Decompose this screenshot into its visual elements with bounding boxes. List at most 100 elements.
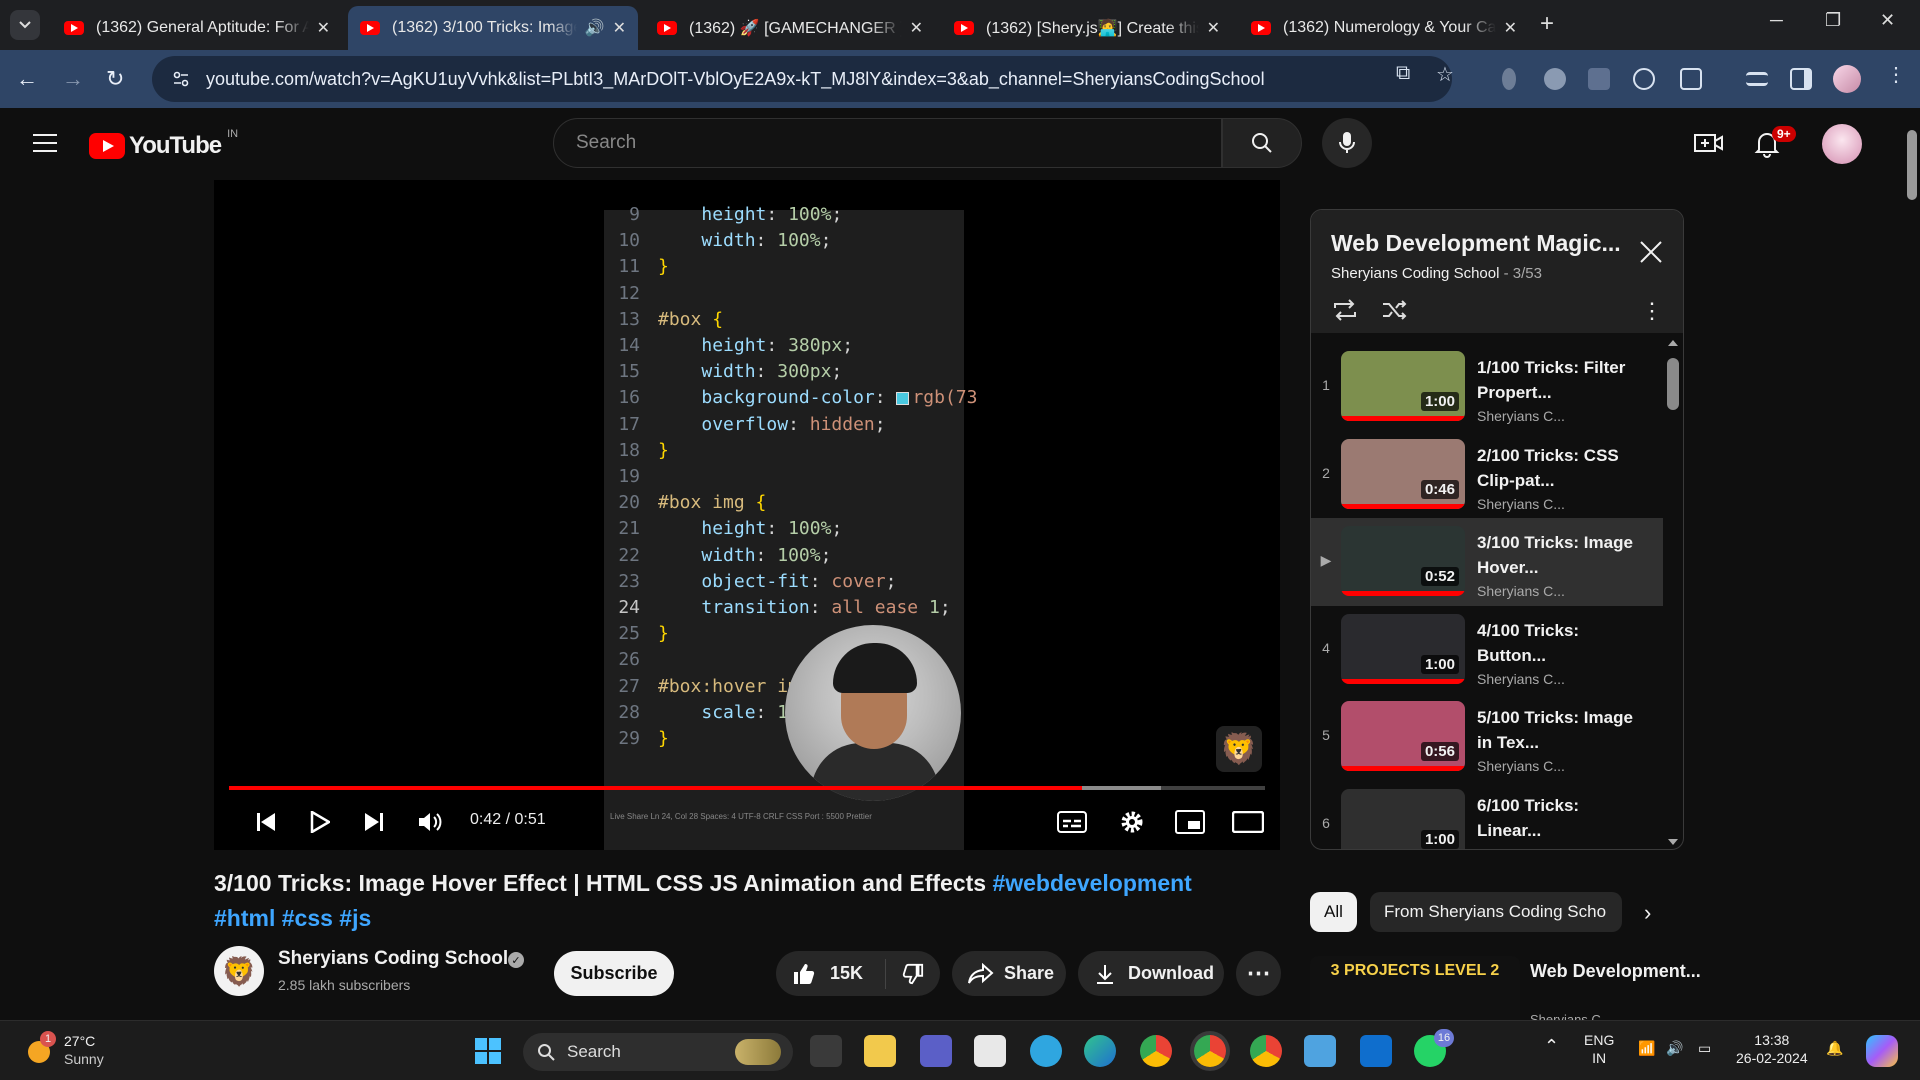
dislike-button[interactable] bbox=[886, 963, 940, 985]
vscode-icon[interactable] bbox=[1360, 1035, 1392, 1067]
playlist-scrollbar[interactable] bbox=[1665, 340, 1681, 845]
settings-button[interactable] bbox=[1114, 804, 1150, 840]
site-info-icon[interactable] bbox=[172, 70, 190, 88]
close-window-button[interactable]: ✕ bbox=[1880, 10, 1895, 31]
subtitles-button[interactable] bbox=[1054, 804, 1090, 840]
previous-button[interactable] bbox=[248, 804, 284, 840]
chrome-profile-icon[interactable] bbox=[1194, 1035, 1226, 1067]
browser-app-icon[interactable] bbox=[1030, 1035, 1062, 1067]
playlist-item-title[interactable]: 3/100 Tricks: Image Hover... bbox=[1477, 530, 1647, 580]
close-tab-icon[interactable]: ✕ bbox=[317, 18, 330, 38]
hashtag-link[interactable]: #webdevelopment bbox=[992, 870, 1191, 896]
side-panel-icon[interactable] bbox=[1790, 68, 1812, 90]
like-button[interactable]: 15K bbox=[776, 958, 886, 989]
playlist-item-title[interactable]: 1/100 Tricks: Filter Propert... bbox=[1477, 355, 1647, 405]
extension-icon[interactable] bbox=[1502, 68, 1516, 90]
shuffle-playlist-button[interactable] bbox=[1381, 298, 1409, 327]
close-tab-icon[interactable]: ✕ bbox=[910, 18, 923, 38]
search-box[interactable] bbox=[553, 118, 1222, 168]
channel-name[interactable]: Sheryians Coding School bbox=[278, 948, 508, 970]
playlist-item-channel[interactable]: Sheryians C... bbox=[1477, 496, 1565, 512]
more-actions-button[interactable]: ⋯ bbox=[1236, 951, 1281, 996]
audio-playing-icon[interactable]: 🔊 bbox=[585, 18, 605, 38]
playlist-title[interactable]: Web Development Magic... bbox=[1331, 230, 1621, 257]
playlist-item-title[interactable]: 4/100 Tricks: Button... bbox=[1477, 618, 1647, 668]
download-button[interactable]: Download bbox=[1078, 951, 1224, 996]
chrome-profile-icon[interactable] bbox=[1250, 1035, 1282, 1067]
teams-icon[interactable] bbox=[920, 1035, 952, 1067]
playlist-item[interactable]: 6 1:00 6/100 Tricks: Linear... Sheryians C.… bbox=[1311, 781, 1663, 849]
youtube-logo[interactable]: YouTube IN bbox=[89, 128, 238, 160]
video-player[interactable]: 9 height: 100%; 10 width: 100%; 11} 12 13 #bo… bbox=[214, 180, 1280, 850]
playlist-item-title[interactable]: 2/100 Tricks: CSS Clip-pat... bbox=[1477, 443, 1647, 493]
browser-tab[interactable]: (1362) Numerology & Your Car ✕ bbox=[1239, 6, 1529, 50]
playlist-item-channel[interactable]: Sheryians C... bbox=[1477, 408, 1565, 424]
extensions-puzzle-icon[interactable] bbox=[1680, 68, 1702, 90]
playlist-item-thumbnail[interactable]: 1:00 bbox=[1341, 788, 1465, 849]
video-progress-bar[interactable] bbox=[229, 786, 1265, 790]
loop-playlist-button[interactable] bbox=[1331, 298, 1359, 327]
browser-tab[interactable]: (1362) [Shery.js🧑‍💻] Create this I ✕ bbox=[942, 6, 1232, 50]
share-button[interactable]: Share bbox=[952, 951, 1066, 996]
play-button[interactable] bbox=[302, 804, 338, 840]
playlist-more-button[interactable]: ⋮ bbox=[1641, 298, 1663, 324]
clock[interactable]: 13:38 26-02-2024 bbox=[1736, 1031, 1808, 1067]
recommended-video-thumbnail[interactable]: 3 PROJECTS LEVEL 2 bbox=[1310, 956, 1520, 1020]
bookmark-star-icon[interactable]: ☆ bbox=[1436, 62, 1454, 87]
restore-window-button[interactable]: ❐ bbox=[1825, 10, 1841, 31]
back-button[interactable]: ← bbox=[16, 66, 38, 92]
playlist-channel[interactable]: Sheryians Coding School bbox=[1331, 265, 1499, 282]
channel-watermark[interactable]: 🦁 bbox=[1216, 726, 1262, 772]
browser-menu-icon[interactable]: ⋮ bbox=[1886, 62, 1906, 87]
hashtag-link[interactable]: #css bbox=[282, 905, 333, 931]
speaker-icon[interactable]: 🔊 bbox=[1666, 1039, 1683, 1057]
hashtag-link[interactable]: #html bbox=[214, 905, 275, 931]
browser-tab-active[interactable]: (1362) 3/100 Tricks: Image Hover 🔊 ✕ bbox=[348, 6, 638, 50]
playlist-item-thumbnail[interactable]: 0:56 bbox=[1341, 701, 1465, 771]
playlist-item[interactable]: 1 1:00 1/100 Tricks: Filter Propert... Sher… bbox=[1311, 343, 1663, 431]
channel-avatar[interactable]: 🦁 bbox=[214, 946, 264, 996]
hamburger-menu-icon[interactable] bbox=[33, 134, 57, 152]
show-hidden-icons-button[interactable]: ⌃ bbox=[1544, 1037, 1559, 1055]
extension-icon[interactable] bbox=[1588, 68, 1610, 90]
page-scrollbar[interactable] bbox=[1904, 108, 1920, 1020]
start-button[interactable] bbox=[472, 1035, 504, 1067]
language-indicator[interactable]: ENG IN bbox=[1584, 1031, 1614, 1067]
playlist-item[interactable]: 2 0:46 2/100 Tricks: CSS Clip-pat... Sheryi… bbox=[1311, 431, 1663, 519]
close-tab-icon[interactable]: ✕ bbox=[1207, 18, 1220, 38]
browser-tab[interactable]: (1362) General Aptitude: For All ✕ bbox=[52, 6, 342, 50]
microsoft-store-icon[interactable] bbox=[974, 1035, 1006, 1067]
forward-button[interactable]: → bbox=[62, 66, 84, 92]
playlist-item[interactable]: 4 1:00 4/100 Tricks: Button... Sheryians C.… bbox=[1311, 606, 1663, 694]
playlist-item-channel[interactable]: Sheryians C... bbox=[1477, 671, 1565, 687]
media-control-icon[interactable] bbox=[1746, 72, 1768, 86]
playlist-item-channel[interactable]: Sheryians C... bbox=[1477, 758, 1565, 774]
playlist-item-channel[interactable]: Sheryians C... bbox=[1477, 583, 1565, 599]
address-bar[interactable]: youtube.com/watch?v=AgKU1uyVvhk&list=PLb… bbox=[152, 56, 1452, 102]
close-tab-icon[interactable]: ✕ bbox=[613, 18, 626, 38]
playlist-item-title[interactable]: 6/100 Tricks: Linear... bbox=[1477, 793, 1647, 843]
next-button[interactable] bbox=[356, 804, 392, 840]
taskbar-search[interactable]: Search bbox=[523, 1033, 793, 1071]
playlist-item-thumbnail[interactable]: 1:00 bbox=[1341, 613, 1465, 684]
file-explorer-icon[interactable] bbox=[864, 1035, 896, 1067]
reload-button[interactable]: ↻ bbox=[106, 66, 124, 92]
open-in-app-icon[interactable]: ⧉ bbox=[1396, 62, 1410, 85]
playlist-item-title[interactable]: 5/100 Tricks: Image in Tex... bbox=[1477, 705, 1647, 755]
chrome-icon[interactable] bbox=[1140, 1035, 1172, 1067]
close-tab-icon[interactable]: ✕ bbox=[1504, 18, 1517, 38]
url-text[interactable]: youtube.com/watch?v=AgKU1uyVvhk&list=PLb… bbox=[206, 69, 1265, 90]
subscribe-button[interactable]: Subscribe bbox=[554, 951, 674, 996]
user-avatar[interactable] bbox=[1822, 124, 1862, 164]
voice-search-button[interactable] bbox=[1322, 118, 1372, 168]
notification-bell-icon[interactable]: 🔔 bbox=[1826, 1039, 1843, 1057]
browser-tab[interactable]: (1362) 🚀 [GAMECHANGER ] Cr ✕ bbox=[645, 6, 935, 50]
globe-extension-icon[interactable] bbox=[1544, 68, 1566, 90]
weather-widget[interactable]: 1 27°C Sunny bbox=[26, 1031, 146, 1071]
playlist-item[interactable]: 5 0:56 5/100 Tricks: Image in Tex... Sheryi… bbox=[1311, 693, 1663, 781]
edge-icon[interactable] bbox=[1084, 1035, 1116, 1067]
browser-profile-avatar[interactable] bbox=[1833, 65, 1861, 93]
minimize-window-button[interactable]: ─ bbox=[1770, 10, 1783, 31]
recommended-video-title[interactable]: Web Development... bbox=[1530, 958, 1701, 984]
wifi-icon[interactable]: 📶 bbox=[1638, 1039, 1655, 1057]
